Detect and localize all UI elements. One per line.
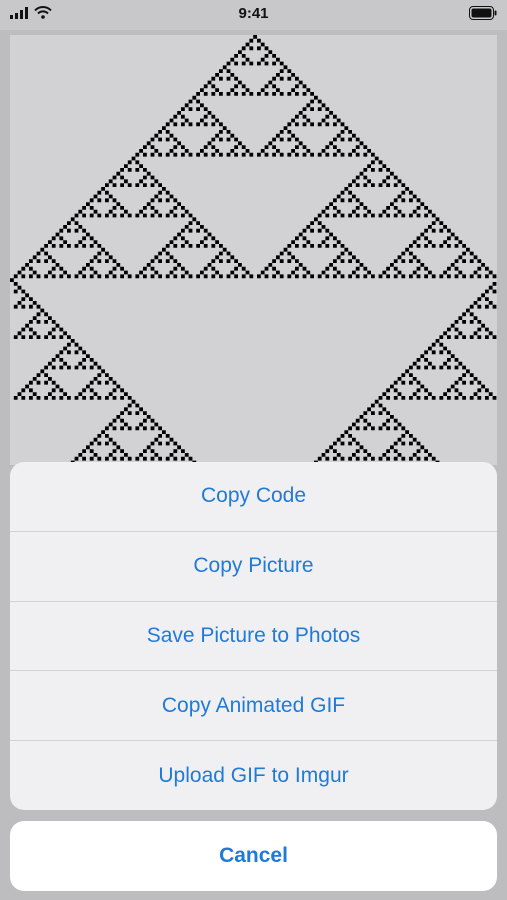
action-sheet: Copy Code Copy Picture Save Picture to P… (10, 462, 497, 810)
status-indicators-right (469, 6, 497, 25)
status-bar: 9:41 (0, 0, 507, 30)
cellular-automaton-canvas[interactable] (10, 35, 497, 465)
sierpinski-cells (10, 35, 497, 465)
copy-picture-button[interactable]: Copy Picture (10, 530, 497, 601)
battery-icon (469, 6, 497, 20)
upload-gif-to-imgur-button[interactable]: Upload GIF to Imgur (10, 740, 497, 810)
save-picture-to-photos-button[interactable]: Save Picture to Photos (10, 600, 497, 671)
status-time: 9:41 (238, 5, 269, 22)
sierpinski-pattern-image (10, 35, 497, 465)
app-screen: 9:41 Copy Code Copy Picture Save Picture… (0, 0, 507, 900)
copy-animated-gif-button[interactable]: Copy Animated GIF (10, 670, 497, 740)
cancel-button[interactable]: Cancel (10, 821, 497, 891)
copy-code-button[interactable]: Copy Code (10, 462, 497, 531)
